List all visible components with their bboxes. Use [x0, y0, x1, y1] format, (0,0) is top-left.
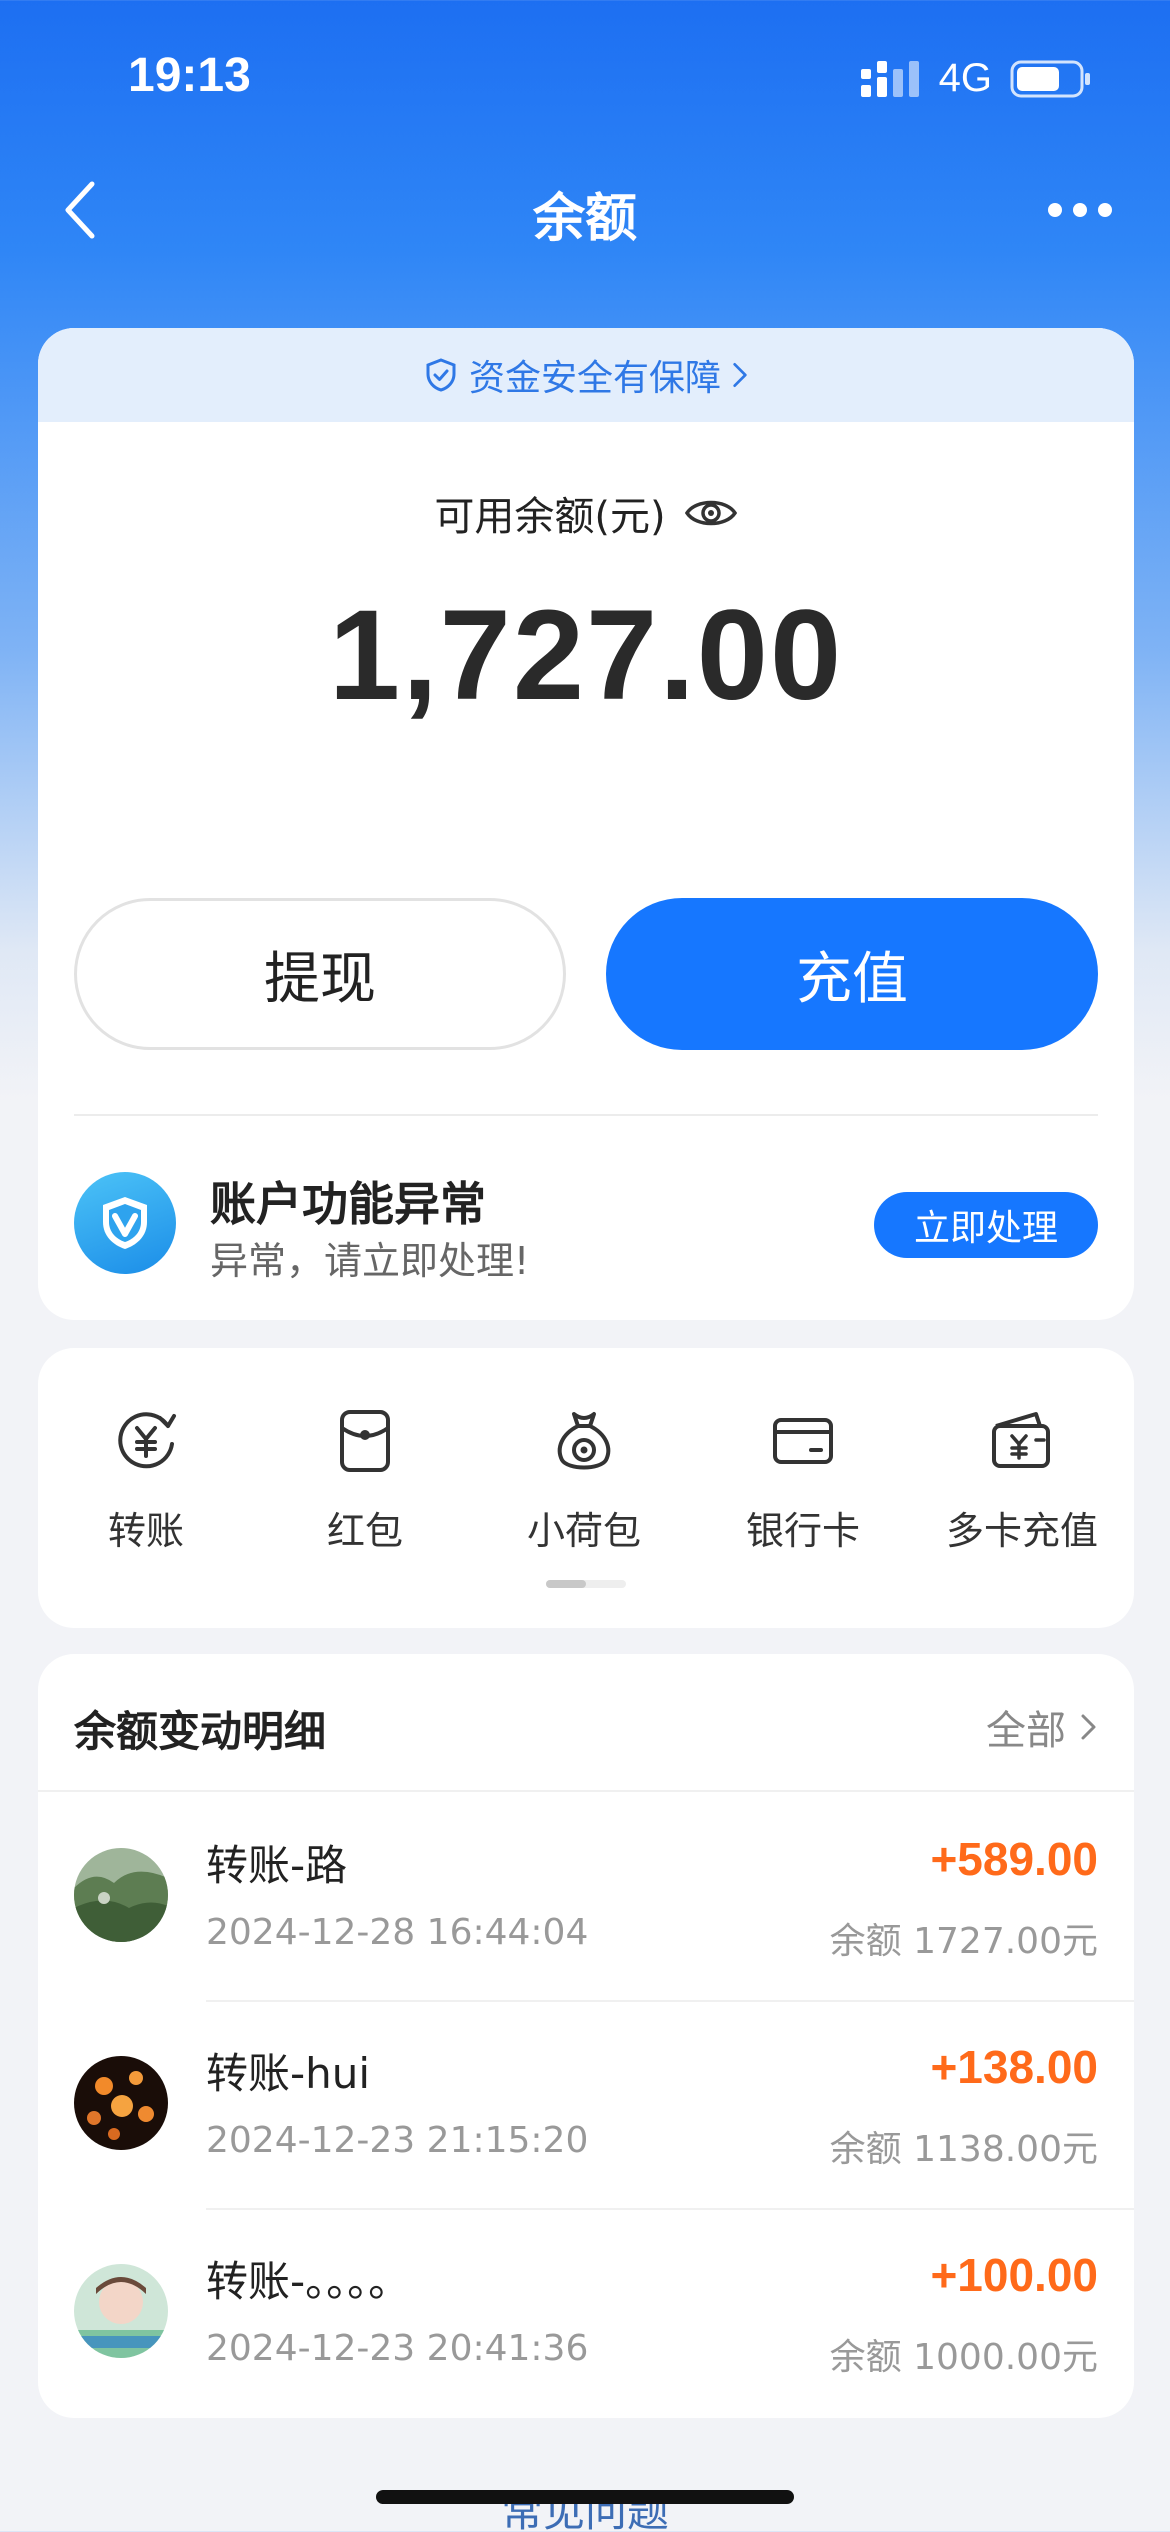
bank-card-icon — [773, 1418, 833, 1464]
service-transfer[interactable]: 转账 — [46, 1404, 246, 1555]
service-multi-card-recharge[interactable]: 多卡充值 — [922, 1404, 1122, 1555]
transaction-row[interactable]: 转账-路 2024-12-28 16:44:04 +589.00 余额 1727… — [38, 1792, 1134, 2000]
red-packet-icon — [340, 1410, 390, 1472]
transactions-header: 余额变动明细 全部 — [38, 1654, 1134, 1792]
transaction-amount: +100.00 — [930, 2249, 1098, 2301]
home-indicator — [376, 2490, 794, 2504]
account-alert: 账户功能异常 异常，请立即处理! 立即处理 — [74, 1168, 1098, 1283]
balance-label-row: 可用余额(元) — [38, 484, 1134, 542]
avatar — [74, 2264, 168, 2358]
shield-v-icon — [74, 1172, 176, 1274]
service-label: 多卡充值 — [945, 1509, 1098, 1553]
page-title: 余额 — [532, 189, 637, 249]
service-bank-card[interactable]: 银行卡 — [703, 1404, 903, 1555]
service-label: 小荷包 — [526, 1509, 641, 1553]
transaction-row[interactable]: 转账-hui 2024-12-23 21:15:20 +138.00 余额 11… — [38, 2000, 1134, 2208]
balance-amount: 1,727.00 — [328, 584, 844, 727]
transaction-time: 2024-12-28 16:44:04 — [206, 1912, 589, 1953]
pouch-icon — [557, 1412, 611, 1470]
avatar — [74, 1848, 168, 1942]
service-label: 银行卡 — [745, 1509, 860, 1553]
action-row: 提现 充值 — [74, 898, 1098, 1050]
handle-now-button[interactable]: 立即处理 — [874, 1192, 1098, 1258]
safety-banner[interactable]: 资金安全有保障 — [38, 328, 1134, 422]
transaction-time: 2024-12-23 21:15:20 — [206, 2120, 589, 2161]
service-label: 红包 — [326, 1509, 403, 1553]
status-time: 19:13 — [128, 49, 251, 102]
battery-icon — [1010, 60, 1090, 97]
transactions-title: 余额变动明细 — [74, 1707, 327, 1756]
transaction-amount: +138.00 — [930, 2041, 1098, 2093]
status-bar: 19:13 4G — [0, 0, 1170, 150]
transaction-balance: 余额 1138.00元 — [829, 2129, 1098, 2170]
transaction-time: 2024-12-23 20:41:36 — [206, 2328, 589, 2369]
scroll-indicator — [546, 1580, 626, 1588]
balance-card: 资金安全有保障 可用余额(元) 1,727.00 提现 充值 账户功能异常 异常… — [38, 328, 1134, 1320]
nav-bar: 余额 — [0, 160, 1170, 260]
eye-icon[interactable] — [684, 493, 738, 533]
safety-banner-text: 资金安全有保障 — [468, 358, 721, 399]
filter-label: 全部 — [986, 1708, 1066, 1754]
transaction-row[interactable]: 转账-。。。。 2024-12-23 20:41:36 +100.00 余额 1… — [38, 2208, 1134, 2416]
more-dots-icon — [1048, 203, 1112, 217]
balance-label: 可用余额(元) — [434, 494, 666, 540]
alert-title: 账户功能异常 — [210, 1177, 486, 1231]
avatar — [74, 2056, 168, 2150]
service-red-packet[interactable]: 红包 — [265, 1404, 465, 1555]
faq-link[interactable]: 常见问题 — [0, 2478, 1170, 2532]
chevron-right-icon — [733, 363, 747, 387]
service-pouch[interactable]: 小荷包 — [484, 1404, 684, 1555]
transactions-card: 余额变动明细 全部 转账-路 2024-12-28 16:44:04 +589.… — [38, 1654, 1134, 2418]
transaction-name: 转账-。。。。 — [206, 2257, 411, 2306]
network-label: 4G — [938, 56, 992, 100]
transaction-balance: 余额 1000.00元 — [829, 2337, 1098, 2378]
status-icons: 4G — [859, 56, 1092, 101]
withdraw-button[interactable]: 提现 — [74, 898, 566, 1050]
shield-check-icon — [426, 358, 456, 392]
recharge-button[interactable]: 充值 — [606, 898, 1098, 1050]
divider — [74, 1114, 1098, 1116]
transaction-amount: +589.00 — [930, 1833, 1098, 1885]
chevron-right-icon — [1081, 1714, 1096, 1740]
wallet-yen-icon — [992, 1412, 1050, 1468]
transactions-filter[interactable]: 全部 — [986, 1698, 1098, 1756]
service-label: 转账 — [107, 1509, 184, 1553]
transaction-name: 转账-路 — [206, 1841, 348, 1890]
transaction-balance: 余额 1727.00元 — [829, 1921, 1098, 1962]
transaction-name: 转账-hui — [206, 2049, 371, 2098]
transfer-yen-icon — [118, 1412, 176, 1469]
scroll-indicator-thumb — [546, 1580, 586, 1588]
signal-icon — [860, 60, 919, 97]
more-button[interactable] — [1030, 170, 1130, 250]
services-card: 转账 红包 小荷包 银行卡 多卡充值 — [38, 1348, 1134, 1628]
alert-subtitle: 异常，请立即处理! — [210, 1239, 530, 1283]
